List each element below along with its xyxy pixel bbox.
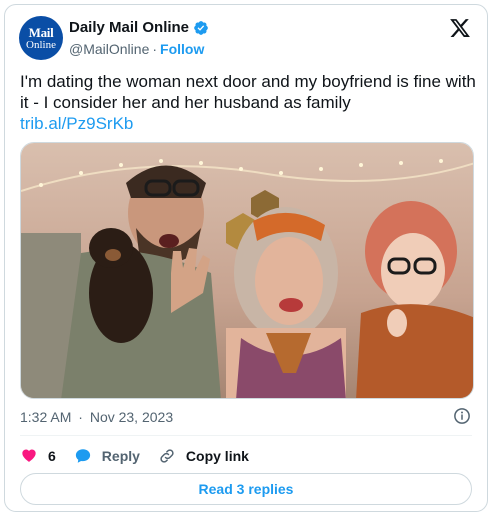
copy-link-label: Copy link: [185, 448, 249, 464]
divider: [20, 435, 472, 436]
tweet-photo[interactable]: [20, 142, 474, 399]
like-count: 6: [48, 448, 56, 464]
photo-illustration: [21, 143, 473, 398]
read-replies-button[interactable]: Read 3 replies: [20, 473, 472, 505]
read-replies-label: Read 3 replies: [198, 481, 294, 497]
name-row: Daily Mail Online: [69, 19, 209, 36]
action-bar: 6 Reply Copy link: [20, 445, 267, 467]
reply-button[interactable]: Reply: [74, 447, 140, 465]
heart-icon: [22, 449, 36, 462]
reply-bubble-icon: [75, 449, 90, 463]
reply-label: Reply: [101, 448, 140, 464]
handle-separator: ·: [152, 41, 158, 57]
verified-badge-icon: [194, 20, 208, 35]
handle-row: @MailOnline · Follow: [69, 41, 204, 57]
tweet-text: I'm dating the woman next door and my bo…: [20, 72, 476, 112]
follow-button[interactable]: Follow: [160, 41, 204, 57]
tweet-time: 1:32 AM: [20, 409, 72, 425]
link-icon: [160, 449, 174, 463]
tweet-link[interactable]: trib.al/Pz9SrKb: [20, 113, 480, 134]
timestamp[interactable]: 1:32 AM · Nov 23, 2023: [20, 409, 173, 425]
avatar[interactable]: Mail Online: [19, 16, 63, 60]
copy-link-button[interactable]: Copy link: [158, 447, 249, 465]
info-icon[interactable]: [453, 407, 471, 425]
logo-line-1: Mail: [28, 24, 54, 40]
tweet-text-block: I'm dating the woman next door and my bo…: [20, 71, 480, 134]
tweet-date: Nov 23, 2023: [89, 409, 174, 425]
x-logo-icon[interactable]: [449, 17, 471, 39]
handle[interactable]: @MailOnline: [69, 41, 149, 57]
like-button[interactable]: 6: [20, 447, 56, 465]
logo-line-2: Online: [26, 38, 56, 51]
tweet-card: Mail Online Daily Mail Online @MailOnlin…: [4, 4, 488, 512]
display-name[interactable]: Daily Mail Online: [69, 19, 189, 36]
time-separator: ·: [78, 409, 83, 425]
